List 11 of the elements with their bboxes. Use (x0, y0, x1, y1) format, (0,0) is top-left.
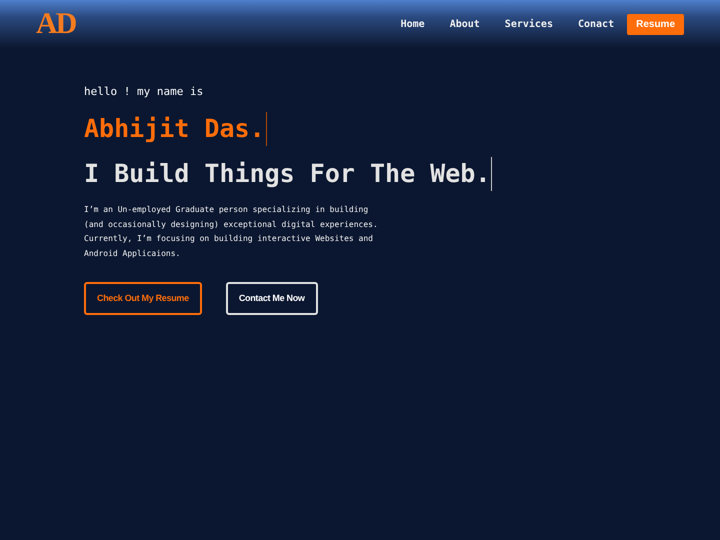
greeting-text: hello ! my name is (84, 85, 204, 98)
nav-link[interactable]: Services (504, 18, 553, 30)
contact-button[interactable]: Contact Me Now (226, 282, 318, 315)
description-text: I’m an Un-employed Graduate person specializing in building (and occasionally designing) exceptional digital experiences. Currently, I’m focusing on building interactive Websites and Android Applicaions. (84, 204, 379, 260)
name-heading: Abhijit Das. (84, 112, 267, 146)
nav-link[interactable]: Conact (578, 18, 614, 30)
nav-link[interactable]: Home (400, 18, 425, 30)
resume-button[interactable]: Check Out My Resume (84, 282, 202, 315)
nav-link[interactable]: About (450, 18, 480, 30)
tagline-heading: I Build Things For The Web. (84, 157, 492, 191)
logo[interactable]: AD (36, 9, 76, 39)
